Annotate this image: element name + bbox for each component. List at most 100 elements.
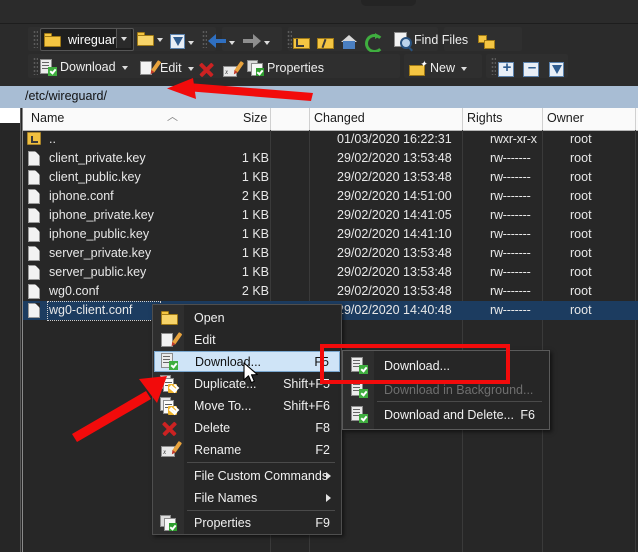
column-header-name[interactable]: Name [31,111,64,125]
menu-item-properties[interactable]: Properties F9 [154,512,340,533]
sort-ascending-icon: ︿ [167,111,178,123]
find-files-label: Find Files [414,33,469,47]
deselect-button[interactable] [523,57,540,81]
download-button[interactable]: Download [40,55,132,79]
slash-folder-icon [317,35,334,49]
cell-changed: 29/02/2020 13:53:48 [337,284,452,298]
address-combo-dropdown[interactable] [116,29,131,48]
download-file-icon [40,58,57,76]
table-row[interactable]: client_private.key 1 KB 29/02/2020 13:53… [23,149,638,168]
menu-item-edit[interactable]: Edit [154,329,340,350]
cell-changed: 29/02/2020 14:41:05 [337,208,452,222]
menu-divider [187,462,335,463]
open-folder-button[interactable] [137,27,167,51]
new-folder-icon: ✦ [409,59,427,76]
cell-owner: root [570,303,592,317]
root-directory-button[interactable] [317,30,334,54]
chevron-down-icon [121,66,128,70]
properties-icon [160,514,177,531]
parent-directory-button[interactable] [293,30,310,54]
menu-item-shortcut: F8 [315,420,330,435]
file-icon [28,265,40,280]
cell-owner: root [570,189,592,203]
file-context-menu: Open Edit Download... F5 Duplicate... Sh… [152,304,342,535]
properties-button[interactable]: Properties [247,56,327,80]
column-header-changed[interactable]: Changed [314,111,365,125]
table-row[interactable]: .. 01/03/2020 16:22:31 rwxr-xr-x root [23,130,638,149]
column-header-rights[interactable]: Rights [467,111,502,125]
table-row[interactable]: server_private.key 1 KB 29/02/2020 13:53… [23,244,638,263]
move-to-icon [160,397,177,415]
table-row[interactable]: server_public.key 1 KB 29/02/2020 13:53:… [23,263,638,282]
home-icon [341,35,357,49]
cell-owner: root [570,227,592,241]
properties-icon [247,60,264,76]
cell-size: 2 KB [241,189,269,203]
home-directory-button[interactable] [341,30,357,54]
column-header-owner[interactable]: Owner [547,111,584,125]
chevron-down-icon [157,38,163,42]
cell-owner: root [570,284,592,298]
open-folder-icon [137,32,154,46]
menu-item-label: Edit [194,332,216,347]
selection-grip[interactable] [489,54,498,78]
menu-item-shortcut: F9 [315,515,330,530]
cell-name: server_private.key [49,246,152,260]
actions-grip[interactable] [31,54,40,78]
submenu-item-download-and-delete[interactable]: Download and Delete... F6 [344,402,548,427]
cell-name: iphone_private.key [49,208,154,222]
forward-button[interactable] [243,29,274,53]
cell-changed: 29/02/2020 14:40:48 [337,303,452,317]
file-icon [28,227,40,242]
menu-item-shortcut: F2 [315,442,330,457]
selection-filter-button[interactable] [549,57,564,81]
menu-item-label: File Custom Commands [194,468,329,483]
submenu-item-label: Download in Background... [384,382,534,397]
menu-item-file-custom-commands[interactable]: File Custom Commands [154,465,340,486]
new-dir-shortcut-button[interactable] [478,30,495,54]
column-header-size[interactable]: Size [243,111,267,125]
menu-item-label: Move To... [194,398,252,413]
table-row[interactable]: iphone_public.key 1 KB 29/02/2020 14:41:… [23,225,638,244]
find-files-button[interactable]: Find Files [394,28,471,52]
back-button[interactable] [208,29,239,53]
menu-item-move-to[interactable]: Move To... Shift+F6 [154,395,340,416]
find-files-icon [394,32,413,52]
menu-item-label: Open [194,310,225,325]
menu-item-shortcut: Shift+F6 [283,398,330,413]
cell-size: 2 KB [241,284,269,298]
filter-button[interactable] [170,29,198,53]
edit-label: Edit [160,61,182,75]
cell-rights: rw------- [490,284,531,298]
table-row[interactable]: client_public.key 1 KB 29/02/2020 13:53:… [23,168,638,187]
arrow-right-icon [243,34,261,48]
filter-icon [170,33,185,49]
rename-icon: x [161,440,183,457]
table-row[interactable]: iphone.conf 2 KB 29/02/2020 14:51:00 rw-… [23,187,638,206]
menu-item-file-names[interactable]: File Names [154,487,340,508]
cell-name: server_public.key [49,265,147,279]
delete-button[interactable] [198,57,214,81]
rename-icon: x [223,60,245,77]
refresh-button[interactable] [364,29,384,53]
edit-button[interactable]: Edit [140,56,198,80]
table-row[interactable]: iphone_private.key 1 KB 29/02/2020 14:41… [23,206,638,225]
menu-item-delete[interactable]: Delete F8 [154,417,340,438]
path-bar-value: /etc/wireguard/ [25,89,107,103]
select-button[interactable] [498,57,515,81]
gutter-divider [20,108,21,552]
cell-size: 1 KB [241,208,269,222]
address-grip[interactable] [31,27,40,51]
filter-icon [549,61,564,77]
highlight-download-submenu-item [320,344,510,384]
mouse-pointer [243,362,258,384]
menu-item-open[interactable]: Open [154,307,340,328]
chevron-down-icon [461,67,468,71]
new-button[interactable]: ✦ New [409,56,471,80]
menu-item-rename[interactable]: x Rename F2 [154,439,340,460]
cell-owner: root [570,170,592,184]
file-icon [28,208,40,223]
table-row[interactable]: wg0.conf 2 KB 29/02/2020 13:53:48 rw----… [23,282,638,301]
file-icon [28,284,40,299]
rename-button[interactable]: x [223,57,245,81]
